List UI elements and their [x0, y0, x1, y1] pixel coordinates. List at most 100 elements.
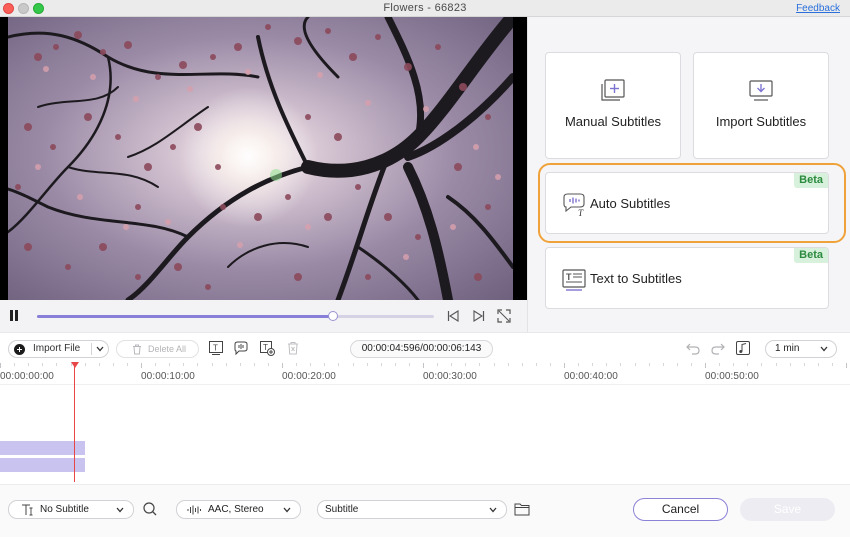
- ruler-tick: [578, 363, 580, 366]
- cancel-button[interactable]: Cancel: [633, 498, 728, 521]
- manual-subtitles-card[interactable]: Manual Subtitles: [545, 52, 681, 159]
- ruler-tick: [42, 363, 44, 366]
- import-file-button[interactable]: Import File: [8, 340, 109, 358]
- delete-all-label: Delete All: [148, 344, 187, 354]
- ruler-tick: [338, 363, 340, 366]
- ruler-tick: [761, 363, 763, 366]
- step-back-icon[interactable]: [445, 308, 461, 324]
- ruler-tick: [211, 363, 213, 366]
- timeline-toolbar: Import File Delete All T T 00:00:04:596/…: [0, 332, 850, 363]
- progress-knob[interactable]: [327, 311, 338, 321]
- bottom-bar: No Subtitle AAC, Stereo Subtitle Cancel …: [0, 484, 850, 537]
- ruler-tick: [846, 363, 847, 368]
- chevron-down-icon: [820, 346, 828, 352]
- save-button[interactable]: Save: [740, 498, 835, 521]
- audio-wave-icon: [187, 505, 201, 515]
- ruler-tick: [56, 363, 58, 366]
- ruler-tick: [408, 363, 410, 366]
- ruler-tick: [437, 363, 439, 366]
- ruler-tick: [84, 363, 86, 366]
- step-forward-icon[interactable]: [471, 308, 487, 324]
- ruler-tick: [592, 363, 594, 366]
- video-frame[interactable]: [8, 17, 513, 300]
- add-subtitle-icon: [601, 79, 625, 101]
- chevron-down-icon[interactable]: [96, 346, 104, 352]
- music-note-icon[interactable]: [735, 340, 751, 356]
- playhead-handle[interactable]: [71, 362, 79, 368]
- ruler-label: 00:00:40:00: [564, 371, 618, 382]
- beta-badge: Beta: [794, 248, 828, 263]
- svg-text:T: T: [566, 272, 572, 282]
- ruler-tick: [394, 363, 396, 366]
- ruler-tick: [366, 363, 368, 366]
- video-clip[interactable]: [0, 441, 85, 455]
- ruler-tick: [112, 363, 114, 366]
- beta-badge: Beta: [794, 173, 828, 188]
- subtitle-track-select[interactable]: No Subtitle: [8, 500, 134, 519]
- audio-clip[interactable]: [0, 458, 85, 472]
- timeline-tracks[interactable]: [0, 385, 850, 484]
- plus-circle-icon: [14, 344, 25, 355]
- delete-all-button[interactable]: Delete All: [116, 340, 199, 358]
- ruler-tick: [775, 363, 777, 366]
- ruler-tick: [14, 363, 16, 366]
- ruler-tick: [141, 363, 142, 368]
- auto-subtitles-label: Auto Subtitles: [590, 196, 671, 211]
- ruler-label: 00:00:20:00: [282, 371, 336, 382]
- window-title: Flowers - 66823: [383, 2, 467, 14]
- ruler-tick: [324, 363, 326, 366]
- progress-slider[interactable]: [37, 311, 434, 321]
- video-letterbox-left: [0, 17, 8, 300]
- text-cursor-icon: [22, 504, 33, 516]
- ruler-tick: [0, 363, 1, 368]
- undo-icon[interactable]: [685, 340, 701, 356]
- ruler-tick: [423, 363, 424, 368]
- ruler-tick: [296, 363, 298, 366]
- output-type-select[interactable]: Subtitle: [317, 500, 507, 519]
- import-subtitles-card[interactable]: Import Subtitles: [693, 52, 829, 159]
- chevron-down-icon: [489, 507, 497, 513]
- ruler-label: 00:00:00:00: [0, 371, 54, 382]
- blossom-image: [8, 17, 513, 300]
- ruler-tick: [817, 363, 819, 366]
- trash-icon: [133, 344, 141, 355]
- ruler-tick: [648, 363, 650, 366]
- delete-subtitle-icon[interactable]: [285, 340, 301, 356]
- ruler-tick: [239, 363, 241, 366]
- pause-button[interactable]: [7, 308, 21, 324]
- folder-icon[interactable]: [514, 502, 530, 516]
- ruler-tick: [126, 363, 128, 366]
- auto-subtitles-card[interactable]: T Auto Subtitles Beta: [545, 172, 829, 234]
- speech-to-text-icon: T: [563, 193, 585, 217]
- search-icon[interactable]: [142, 501, 158, 517]
- import-subtitles-label: Import Subtitles: [715, 114, 807, 129]
- add-subtitle-icon[interactable]: T: [259, 340, 275, 356]
- speech-subtitle-icon[interactable]: [233, 340, 249, 356]
- ruler-tick: [634, 363, 636, 366]
- fullscreen-icon[interactable]: [496, 308, 512, 324]
- svg-text:T: T: [578, 208, 584, 217]
- timeline-ruler[interactable]: 00:00:00:00 00:00:10:00 00:00:20:00 00:0…: [0, 363, 850, 385]
- ruler-tick: [507, 363, 509, 366]
- add-text-icon[interactable]: T: [208, 340, 224, 356]
- text-to-subtitles-label: Text to Subtitles: [590, 271, 682, 286]
- feedback-link[interactable]: Feedback: [796, 3, 840, 14]
- ruler-tick: [493, 363, 495, 366]
- video-preview-area: [0, 17, 527, 332]
- ruler-tick: [705, 363, 706, 368]
- playback-controls: [0, 300, 527, 332]
- timecode-display: 00:00:04:596/00:00:06:143: [350, 340, 493, 358]
- ruler-tick: [733, 363, 735, 366]
- ruler-tick: [690, 363, 692, 366]
- ruler-tick: [253, 363, 255, 366]
- zoom-level-select[interactable]: 1 min: [765, 340, 837, 358]
- ruler-tick: [451, 363, 453, 366]
- redo-icon[interactable]: [710, 340, 726, 356]
- audio-track-select[interactable]: AAC, Stereo: [176, 500, 301, 519]
- video-letterbox-right: [513, 17, 527, 300]
- text-to-subtitles-card[interactable]: T Text to Subtitles Beta: [545, 247, 829, 309]
- ruler-tick: [225, 363, 227, 366]
- playhead-line[interactable]: [74, 366, 75, 482]
- ruler-tick: [28, 363, 30, 366]
- ruler-tick: [155, 363, 157, 366]
